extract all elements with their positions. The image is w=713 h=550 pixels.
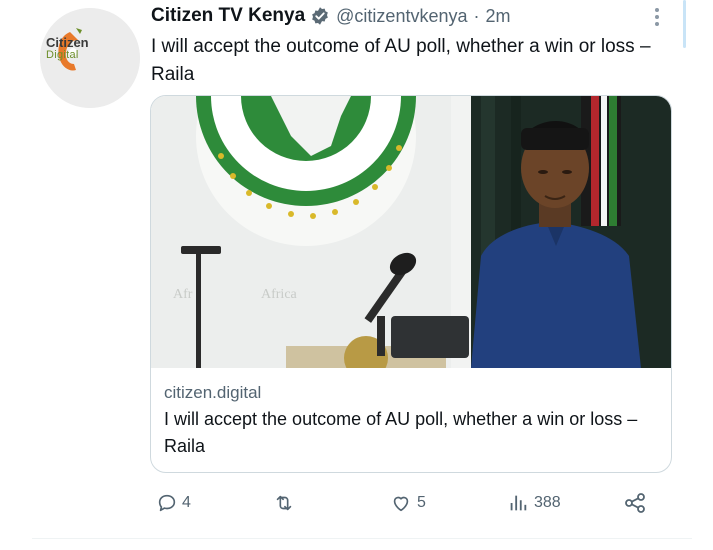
share-icon [625,493,645,513]
views-button[interactable]: 388 [506,485,561,521]
separator-dot: · [473,5,480,26]
reply-count: 4 [182,494,191,511]
retweet-icon [276,495,292,511]
views-count: 388 [534,494,561,511]
share-button[interactable] [623,485,647,521]
tweet-header: Citizen TV Kenya @citizentvkenya · 2m [151,3,511,29]
views-icon [510,495,527,511]
tweet[interactable]: Citizen Digital Citizen TV Kenya @citize… [0,0,713,550]
verified-badge-icon [310,6,330,26]
logo-line2: Digital [46,49,79,61]
more-options-icon[interactable] [650,6,664,28]
tweet-text: I will accept the outcome of AU poll, wh… [151,36,651,85]
tweet-actions: 4 5 388 [0,485,713,521]
like-count: 5 [417,494,426,511]
retweet-button[interactable] [272,485,296,521]
reply-icon [158,494,176,512]
like-button[interactable]: 5 [389,485,426,521]
scrollbar[interactable] [683,0,686,48]
card-title[interactable]: I will accept the outcome of AU poll, wh… [164,406,664,460]
heart-icon [393,496,409,512]
svg-text:Africa: Africa [261,287,298,302]
svg-text:Afr: Afr [173,287,193,302]
card-image[interactable]: Afr Africa [151,96,671,368]
handle[interactable]: @citizentvkenya [336,6,467,27]
logo-line1: Citizen [46,35,89,50]
card-domain[interactable]: citizen.digital [164,383,261,403]
avatar-logo-text: Citizen Digital [46,36,89,61]
bottom-divider [32,538,692,539]
link-card[interactable]: Afr Africa citizen.digital I will accept… [150,95,672,473]
timestamp[interactable]: 2m [485,6,510,27]
reply-button[interactable]: 4 [156,485,191,521]
display-name[interactable]: Citizen TV Kenya [151,5,305,27]
